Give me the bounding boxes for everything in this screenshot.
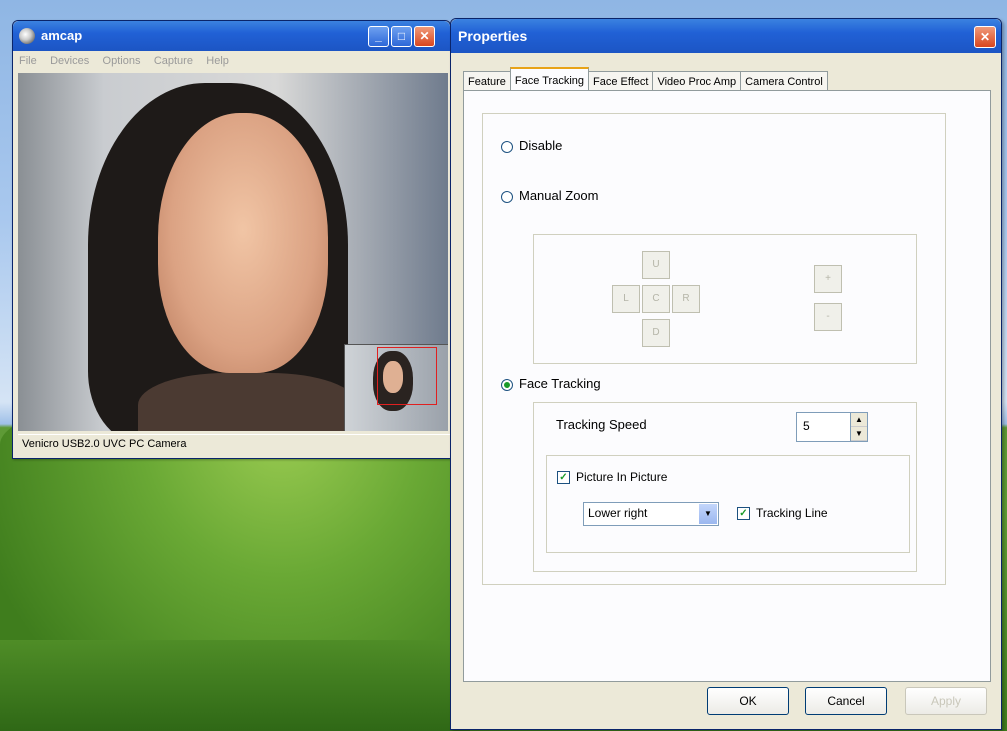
face-tracking-label: Face Tracking [519, 376, 601, 391]
camera-preview [18, 73, 448, 431]
minimize-button[interactable]: _ [368, 26, 389, 47]
tab-camera-control[interactable]: Camera Control [740, 71, 828, 92]
pan-left-button[interactable]: L [612, 285, 640, 313]
close-button[interactable]: ✕ [414, 26, 435, 47]
menu-devices[interactable]: Devices [50, 51, 89, 71]
radio-circle-selected [501, 378, 513, 391]
zoom-out-button[interactable]: - [814, 303, 842, 331]
chevron-down-icon[interactable]: ▼ [699, 504, 717, 524]
mode-group: Disable Manual Zoom U L C R D + - Face T… [482, 113, 946, 585]
properties-titlebar[interactable]: Properties ✕ [451, 19, 1001, 53]
menu-file[interactable]: File [19, 51, 37, 71]
pan-up-button[interactable]: U [642, 251, 670, 279]
manual-zoom-label: Manual Zoom [519, 188, 599, 203]
tab-video-proc-amp[interactable]: Video Proc Amp [652, 71, 742, 92]
maximize-button[interactable]: □ [391, 26, 412, 47]
face-tracking-options: Tracking Speed 5 ▲ ▼ ✓ Picture In Picture… [533, 402, 917, 572]
pip-position-value: Lower right [588, 506, 648, 520]
tracking-speed-value: 5 [803, 419, 810, 433]
picture-in-picture-checkbox[interactable]: ✓ Picture In Picture [557, 470, 668, 485]
status-bar: Venicro USB2.0 UVC PC Camera [18, 434, 450, 453]
manual-zoom-radio[interactable]: Manual Zoom [501, 188, 598, 203]
pip-label: Picture In Picture [576, 470, 668, 484]
tab-feature[interactable]: Feature [463, 71, 511, 92]
wallpaper-foreground [0, 640, 470, 731]
webcam-icon [19, 28, 35, 44]
properties-title: Properties [458, 28, 528, 44]
menu-help[interactable]: Help [206, 51, 229, 71]
tracking-line-checkbox[interactable]: ✓ Tracking Line [737, 506, 828, 521]
ok-button[interactable]: OK [707, 687, 789, 715]
tab-strip: Feature Face Tracking Face Effect Video Pro… [463, 66, 828, 93]
pan-right-button[interactable]: R [672, 285, 700, 313]
amcap-titlebar[interactable]: amcap _ □ ✕ [13, 21, 450, 51]
disable-label: Disable [519, 138, 563, 153]
pip-group: ✓ Picture In Picture Lower right ▼ ✓ Track… [546, 455, 910, 553]
tracking-speed-spinner[interactable]: 5 ▲ ▼ [796, 412, 868, 442]
subject-shirt [138, 373, 358, 431]
radio-circle [501, 190, 513, 203]
properties-dialog: Properties ✕ Feature Face Tracking Face Ef… [450, 18, 1002, 730]
disable-radio[interactable]: Disable [501, 138, 562, 153]
menu-options[interactable]: Options [103, 51, 141, 71]
radio-circle [501, 140, 513, 153]
face-tracking-panel: Disable Manual Zoom U L C R D + - Face T… [463, 90, 991, 682]
amcap-title: amcap [41, 28, 83, 43]
tracking-line-label: Tracking Line [756, 506, 828, 520]
spinner-arrows: ▲ ▼ [850, 413, 867, 441]
checkbox-checked-icon: ✓ [737, 507, 750, 521]
zoom-in-button[interactable]: + [814, 265, 842, 293]
subject-face [158, 113, 328, 373]
picture-in-picture-preview [344, 344, 448, 431]
cancel-button[interactable]: Cancel [805, 687, 887, 715]
tracking-frame [377, 347, 437, 405]
menu-capture[interactable]: Capture [154, 51, 193, 71]
pan-center-button[interactable]: C [642, 285, 670, 313]
pip-position-select[interactable]: Lower right ▼ [583, 502, 719, 526]
spinner-down-icon[interactable]: ▼ [851, 427, 867, 441]
face-tracking-radio[interactable]: Face Tracking [501, 376, 601, 391]
amcap-window: amcap _ □ ✕ File Devices Options Capture… [12, 20, 451, 459]
checkbox-checked-icon: ✓ [557, 471, 570, 485]
tab-face-effect[interactable]: Face Effect [588, 71, 654, 92]
spinner-up-icon[interactable]: ▲ [851, 413, 867, 427]
manual-zoom-controls: U L C R D + - [533, 234, 917, 364]
apply-button[interactable]: Apply [905, 687, 987, 715]
amcap-menubar: File Devices Options Capture Help [13, 51, 450, 71]
tracking-speed-label: Tracking Speed [556, 417, 647, 432]
pan-down-button[interactable]: D [642, 319, 670, 347]
close-icon[interactable]: ✕ [974, 26, 996, 48]
